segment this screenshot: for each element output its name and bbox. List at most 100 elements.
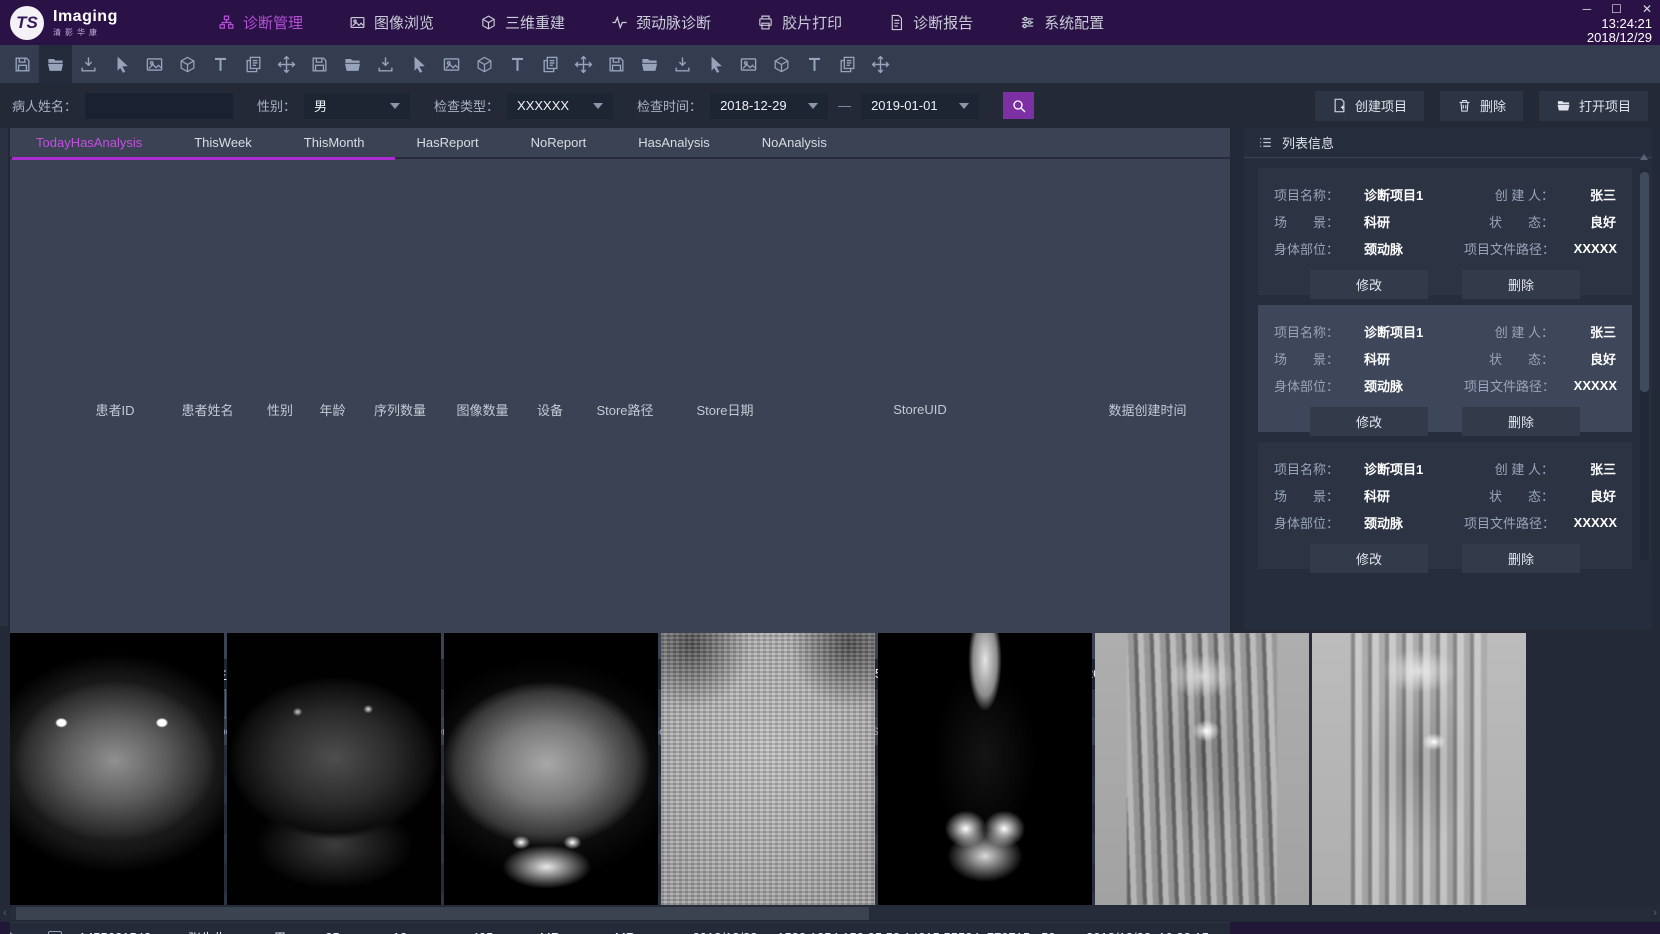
modify-button[interactable]: 修改 [1310,544,1428,573]
tab-todayhasanalysis[interactable]: TodayHasAnalysis [10,135,168,150]
toolbar-cube-3d-button[interactable] [765,45,798,83]
status-value: 良好 [1554,212,1616,231]
patient-rows: 1455621542张先生男3513425MRMR2018/12/281533.… [10,923,1230,934]
tab-thismonth[interactable]: ThisMonth [278,135,391,150]
toolbar-image-button[interactable] [435,45,468,83]
column-header: Store路径 [575,400,675,419]
mri-axial-thumbnail-3[interactable] [444,633,658,905]
toolbar-save-button[interactable] [303,45,336,83]
card-delete-button[interactable]: 删除 [1462,544,1580,573]
project-name-value: 诊断项目1 [1364,322,1464,341]
toolbar-folder-open-button[interactable] [39,45,72,83]
mri-coronal-thumbnail-5[interactable] [878,633,1092,905]
maximize-button[interactable]: ☐ [1611,2,1622,16]
toolbar-copy-button[interactable] [831,45,864,83]
project-name-label: 项目名称： [1274,185,1364,204]
nav-three-d-reconstruction[interactable]: 三维重建 [480,12,565,33]
nav-diagnosis-management[interactable]: 诊断管理 [218,12,303,33]
network-icon [218,14,235,31]
toolbar-move-button[interactable] [270,45,303,83]
toolbar-copy-button[interactable] [237,45,270,83]
tab-hasanalysis[interactable]: HasAnalysis [612,135,736,150]
scroll-up-icon[interactable] [1640,154,1648,160]
toolbar-save-button[interactable] [600,45,633,83]
panel-header: 列表信息 [1244,128,1652,158]
open-project-button[interactable]: 打开项目 [1539,91,1648,121]
tab-thisweek[interactable]: ThisWeek [168,135,278,150]
tab-noanalysis[interactable]: NoAnalysis [736,135,853,150]
body-part-label: 身体部位： [1274,376,1364,395]
scene-value: 科研 [1364,486,1464,505]
exam-date-to-select[interactable]: 2019-01-01 [861,93,979,119]
row-checkbox[interactable] [48,931,62,934]
toolbar-cursor-button[interactable] [402,45,435,83]
toolbar-import-button[interactable] [72,45,105,83]
card-delete-button[interactable]: 删除 [1462,407,1580,436]
toolbar-save-button[interactable] [6,45,39,83]
search-icon [1011,98,1027,114]
modify-button[interactable]: 修改 [1310,270,1428,299]
toolbar-import-button[interactable] [369,45,402,83]
mri-axial-thumbnail-4[interactable] [661,633,875,905]
main-content: TodayHasAnalysisThisWeekThisMonthHasRepo… [0,128,1660,630]
gender-select[interactable]: 男 [304,93,410,119]
mri-axial-thumbnail-1[interactable] [10,633,224,905]
tab-noreport[interactable]: NoReport [505,135,613,150]
delete-button[interactable]: 删除 [1440,91,1523,121]
exam-date-from-select[interactable]: 2018-12-29 [710,93,828,119]
creator-value: 张三 [1554,322,1616,341]
exam-type-select[interactable]: XXXXXX [507,93,613,119]
body-part-value: 颈动脉 [1364,513,1464,532]
toolbar-import-button[interactable] [666,45,699,83]
chevron-down-icon [593,103,603,109]
cell-age: 35 [305,930,360,934]
nav-image-browse[interactable]: 图像浏览 [349,12,434,33]
nav-system-config[interactable]: 系统配置 [1019,12,1104,33]
nav-diagnosis-report[interactable]: 诊断报告 [888,12,973,33]
status-label: 状 态： [1464,349,1554,368]
toolbar-move-button[interactable] [567,45,600,83]
close-button[interactable]: ✕ [1642,2,1652,16]
panel-scrollbar-thumb[interactable] [1640,172,1649,392]
title-bar: TS Imaging 清影华康 诊断管理图像浏览三维重建颈动脉诊断胶片打印诊断报… [0,0,1660,45]
create-project-button[interactable]: 创建项目 [1315,91,1424,121]
mri-axial-thumbnail-2[interactable] [227,633,441,905]
toolbar-folder-open-button[interactable] [633,45,666,83]
toolbar-copy-button[interactable] [534,45,567,83]
toolbar-image-button[interactable] [732,45,765,83]
toolbar-text-button[interactable] [501,45,534,83]
body-part-label: 身体部位： [1274,239,1364,258]
toolbar-cube-3d-button[interactable] [468,45,501,83]
project-card[interactable]: 项目名称： 诊断项目1 创 建 人： 张三 场 景： 科研 状 态： 良好 身体… [1258,442,1632,569]
tab-hasreport[interactable]: HasReport [390,135,504,150]
patient-row[interactable]: 1455621542张先生男3513425MRMR2018/12/281533.… [10,923,1230,934]
toolbar-image-button[interactable] [138,45,171,83]
body-part-label: 身体部位： [1274,513,1364,532]
card-delete-button[interactable]: 删除 [1462,270,1580,299]
search-button[interactable] [1003,92,1034,119]
brand-subtitle: 清影华康 [53,27,118,38]
mri-coronal-thumbnail-7[interactable] [1312,633,1526,905]
toolbar-folder-open-button[interactable] [336,45,369,83]
minimize-button[interactable]: ─ [1583,2,1592,16]
project-card[interactable]: 项目名称： 诊断项目1 创 建 人： 张三 场 景： 科研 状 态： 良好 身体… [1258,305,1632,432]
nav-carotid-diagnosis[interactable]: 颈动脉诊断 [611,12,711,33]
toolbar-move-button[interactable] [864,45,897,83]
toolbar-text-button[interactable] [798,45,831,83]
nav-film-print[interactable]: 胶片打印 [757,12,842,33]
toolbar-cube-3d-button[interactable] [171,45,204,83]
scrollbar-track[interactable] [10,907,1650,920]
scroll-left-icon[interactable]: ‹ [0,905,10,922]
patient-name-input[interactable] [85,93,233,119]
mri-coronal-thumbnail-6[interactable] [1095,633,1309,905]
project-card[interactable]: 项目名称： 诊断项目1 创 建 人： 张三 场 景： 科研 状 态： 良好 身体… [1258,168,1632,295]
scroll-right-icon[interactable]: › [1650,905,1660,922]
toolbar-text-button[interactable] [204,45,237,83]
modify-button[interactable]: 修改 [1310,407,1428,436]
panel-scrollbar[interactable] [1640,168,1649,560]
toolbar-cursor-button[interactable] [699,45,732,83]
scrollbar-thumb[interactable] [16,907,869,920]
toolbar-cursor-button[interactable] [105,45,138,83]
cube-3d-icon [772,55,791,74]
image-icon [349,14,366,31]
